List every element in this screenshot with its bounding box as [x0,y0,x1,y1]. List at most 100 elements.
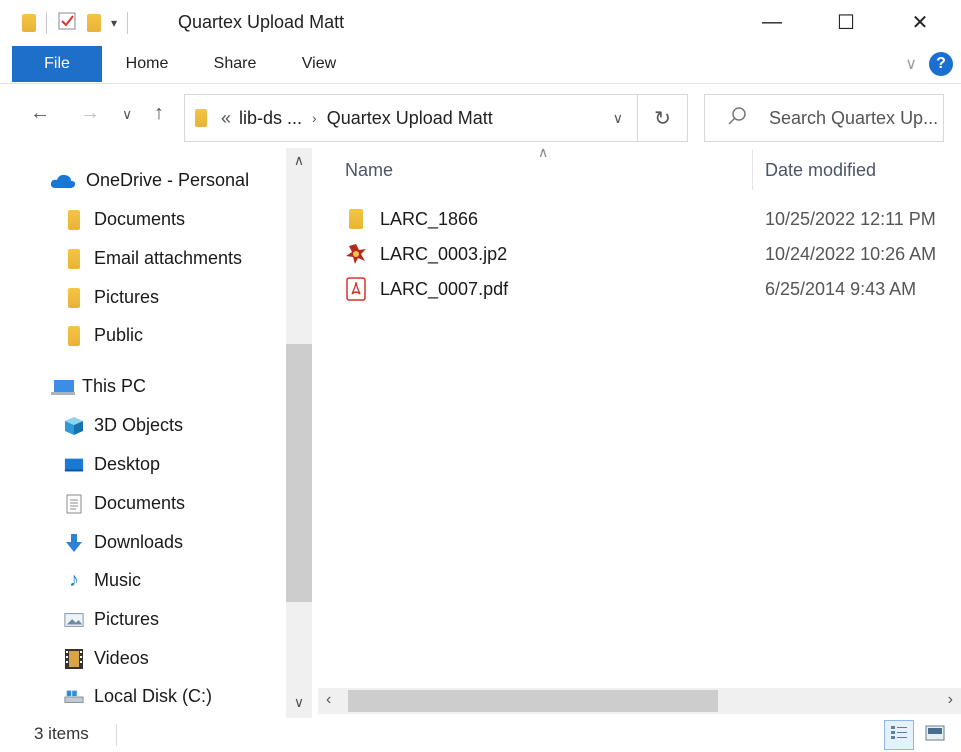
recent-locations-button[interactable]: ∨ [122,106,132,123]
sidebar-item-desktop[interactable]: Desktop [64,454,160,475]
sidebar-item-label: Pictures [94,609,160,629]
column-header-date-modified[interactable]: Date modified [765,160,876,181]
document-icon [64,494,84,514]
ribbon-tabs: File Home Share View ∨ ? [0,46,961,84]
sidebar-item-label: Videos [94,648,149,668]
file-row[interactable]: LARC_1866 10/25/2022 12:11 PM [344,203,954,235]
breadcrumb-lib-ds[interactable]: lib-ds ... [239,108,302,129]
title-bar: ▾ Quartex Upload Matt — ☐ ✕ [0,0,961,44]
large-icons-view-button[interactable] [920,720,950,750]
sidebar-item-local-disk[interactable]: Local Disk (C:) [64,686,212,707]
computer-icon [50,377,76,397]
scrollbar-thumb[interactable] [348,690,718,712]
file-name: LARC_0003.jp2 [380,243,508,264]
properties-icon[interactable] [57,11,77,36]
sidebar-item-label: Email attachments [94,248,243,268]
sidebar-item-public[interactable]: Public [64,325,143,346]
details-view-icon [890,725,908,746]
tab-home[interactable]: Home [110,46,184,82]
cube-icon [64,416,84,436]
back-button[interactable]: ← [30,102,50,125]
sidebar-item-email-attachments[interactable]: Email attachments [64,248,242,269]
expand-ribbon-icon[interactable]: ∨ [905,54,917,74]
music-note-icon: ♪ [69,569,79,591]
new-folder-icon[interactable] [87,14,101,32]
navigation-pane: OneDrive - Personal Documents Email atta… [0,148,312,718]
scroll-down-icon[interactable]: ∨ [286,694,312,711]
chevron-down-icon[interactable]: ∨ [613,110,623,127]
file-date-modified: 10/24/2022 10:26 AM [765,243,937,264]
film-strip-icon [64,648,84,669]
folder-icon [64,209,84,230]
scrollbar-thumb[interactable] [286,344,312,602]
customize-toolbar-icon[interactable]: ▾ [111,16,117,30]
desktop-icon [64,455,84,475]
folder-icon [64,287,84,308]
refresh-button[interactable]: ↻ [638,94,688,142]
file-name: LARC_1866 [380,208,479,229]
large-icons-view-icon [925,725,945,746]
quick-access-toolbar: ▾ [22,10,138,36]
forward-button[interactable]: → [80,102,100,125]
close-button[interactable]: ✕ [890,4,950,40]
minimize-button[interactable]: — [742,4,802,40]
file-row[interactable]: LARC_0003.jp2 10/24/2022 10:26 AM [344,238,954,270]
sidebar-item-documents[interactable]: Documents [64,493,185,514]
help-button[interactable]: ? [929,52,953,76]
sidebar-item-this-pc[interactable]: This PC [50,376,146,397]
details-view-button[interactable] [884,720,914,750]
scroll-left-icon[interactable]: ‹ [326,691,331,709]
folder-icon [64,325,84,346]
column-divider[interactable] [752,150,753,190]
file-date-modified: 6/25/2014 9:43 AM [765,278,917,299]
sidebar-item-label: Documents [94,209,186,229]
folder-icon [22,14,36,32]
download-arrow-icon [64,533,84,553]
picture-icon [64,610,84,630]
sidebar-item-label: Desktop [94,454,161,474]
tab-share[interactable]: Share [198,46,272,82]
horizontal-scrollbar[interactable]: ‹ › [318,688,961,714]
up-button[interactable]: ↑ [154,102,164,125]
search-box[interactable]: Search Quartex Up... [704,94,944,142]
sidebar-item-pictures[interactable]: Pictures [64,609,159,630]
sidebar-item-label: Music [94,570,142,590]
sort-ascending-icon: ∧ [538,144,549,160]
tab-view[interactable]: View [284,46,354,82]
sidebar-item-label: Pictures [94,287,160,307]
search-input[interactable]: Search Quartex Up... [769,108,938,129]
window-title: Quartex Upload Matt [178,12,345,32]
sidebar-item-3d-objects[interactable]: 3D Objects [64,415,183,436]
tab-file[interactable]: File [12,46,102,82]
toolbar-separator [127,12,129,34]
sidebar-item-onedrive[interactable]: OneDrive - Personal [50,170,249,191]
file-row[interactable]: LARC_0007.pdf 6/25/2014 9:43 AM [344,273,954,305]
jp2-image-icon [344,242,368,266]
scroll-up-icon[interactable]: ∧ [286,152,312,169]
folder-icon [64,248,84,269]
sidebar-item-music[interactable]: ♪ Music [64,569,142,591]
file-name: LARC_0007.pdf [380,278,509,299]
sidebar-item-onedrive-documents[interactable]: Documents [64,209,185,230]
sidebar-item-label: Local Disk (C:) [94,686,213,706]
breadcrumb-overflow[interactable]: « [221,108,231,129]
sidebar-item-label: Public [94,325,144,345]
item-count: 3 items [34,724,89,743]
navigation-pane-scrollbar[interactable]: ∧ ∨ [286,148,312,718]
navigation-bar: ← → ∨ ↑ « lib-ds ... › Quartex Upload Ma… [0,86,961,144]
column-header-name[interactable]: Name [345,160,393,181]
sidebar-item-videos[interactable]: Videos [64,648,149,669]
address-bar[interactable]: « lib-ds ... › Quartex Upload Matt ∨ [184,94,638,142]
breadcrumb-current[interactable]: Quartex Upload Matt [327,108,493,129]
sidebar-item-label: Documents [94,493,186,513]
search-icon [727,106,747,131]
status-separator [116,724,117,746]
scroll-right-icon[interactable]: › [948,691,953,709]
sidebar-item-onedrive-pictures[interactable]: Pictures [64,287,159,308]
chevron-right-icon: › [312,110,317,126]
status-bar: 3 items [0,718,961,752]
sidebar-item-label: This PC [82,376,147,396]
maximize-button[interactable]: ☐ [816,4,876,40]
pdf-icon [344,277,368,301]
sidebar-item-downloads[interactable]: Downloads [64,532,183,553]
